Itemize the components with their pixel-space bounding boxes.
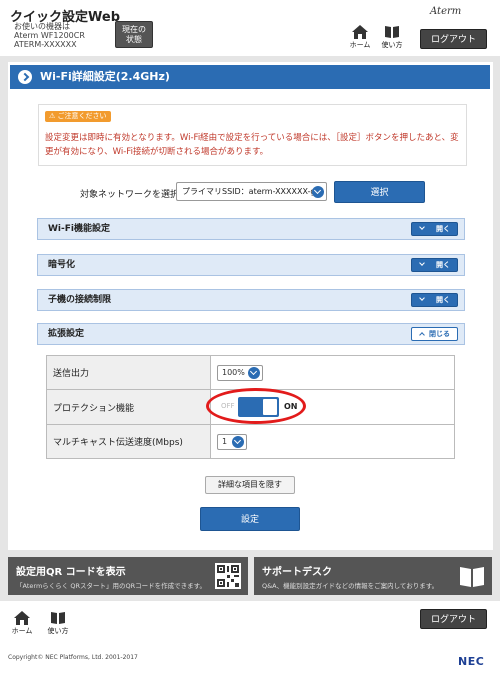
chevron-down-icon [419,224,425,230]
copyright: Copyright© NEC Platforms, Ltd. 2001-2017 [8,654,138,661]
app-header: クイック設定Web お使いの機器は Aterm WF1200CR ATERM-X… [0,0,500,55]
page-title: Wi-Fi詳細設定(2.4GHz) [10,65,490,89]
expand-button[interactable]: 開く [411,293,458,307]
current-status-button[interactable]: 現在の 状態 [115,21,153,48]
home-button-footer[interactable]: ホーム [10,611,34,636]
table-row: プロテクション機能 OFF ON [46,389,455,425]
section-client-restriction[interactable]: 子機の接続制限 開く [37,289,465,311]
support-link-subtitle: Q&A、機能別設定ガイドなどの情報をご案内しております。 [262,582,439,590]
chevron-down-icon [419,295,425,301]
protection-toggle[interactable] [238,397,279,417]
qr-link-subtitle: 「Atermらくらく QRスタート」用のQRコードを作成できます。 [16,582,206,590]
toggle-knob [263,399,277,415]
hide-details-button[interactable]: 詳細な項目を隠す [205,476,295,494]
chevron-right-icon [18,70,32,84]
network-select[interactable]: プライマリSSID：aterm-XXXXXX-g [176,182,327,201]
qr-link-title: 設定用QR コードを表示 [16,567,126,578]
network-select-label: 対象ネットワークを選択 [80,190,180,200]
collapse-button[interactable]: 閉じる [411,327,458,341]
support-desk-link[interactable]: サポートデスク Q&A、機能別設定ガイドなどの情報をご案内しております。 [254,557,492,595]
qr-code-link[interactable]: 設定用QR コードを表示 「Atermらくらく QRスタート」用のQRコードを作… [8,557,248,595]
tx-power-cell: 100% [210,355,455,390]
multicast-rate-cell: 1 [210,424,455,459]
device-ssid: ATERM-XXXXXX [14,40,77,49]
home-icon [352,25,368,39]
home-icon [14,611,30,625]
manual-button[interactable]: 使い方 [380,25,404,50]
expand-button[interactable]: 開く [411,222,458,236]
qr-code-icon [215,563,241,589]
section-encryption[interactable]: 暗号化 開く [37,254,465,276]
select-network-button[interactable]: 選択 [334,181,425,203]
support-link-title: サポートデスク [262,567,332,578]
section-wifi-function[interactable]: Wi-Fi機能設定 開く [37,218,465,240]
device-caption: お使いの機器は [14,22,70,31]
multicast-rate-label: マルチキャスト伝送速度(Mbps) [46,424,211,459]
expand-button[interactable]: 開く [411,258,458,272]
chevron-down-icon [232,435,244,448]
logout-button[interactable]: ログアウト [420,29,487,49]
table-row: 送信出力 100% [46,355,455,390]
chevron-down-icon [312,186,324,198]
chevron-down-icon [248,366,260,379]
chevron-down-icon [419,260,425,266]
device-info: お使いの機器は Aterm WF1200CR ATERM-XXXXXX [14,22,85,49]
toggle-on-label: ON [284,402,298,411]
toggle-off-label: OFF [221,402,235,410]
manual-button-footer[interactable]: 使い方 [46,611,70,636]
book-icon [385,26,399,38]
book-icon [460,567,484,587]
warning-icon: ⚠ [49,112,56,120]
multicast-rate-select[interactable]: 1 [217,433,247,450]
tx-power-select[interactable]: 100% [217,364,263,381]
logout-button-footer[interactable]: ログアウト [420,609,487,629]
notice-text: 設定変更は即時に有効となります。Wi-Fi経由で設定を行っている場合には、［設定… [45,133,459,157]
apply-button[interactable]: 設定 [200,507,300,531]
notice-badge: ⚠ ご注意ください [45,111,111,122]
aterm-logo: Aterm [430,6,462,17]
section-extended[interactable]: 拡張設定 閉じる [37,323,465,345]
device-model: Aterm WF1200CR [14,31,85,40]
extended-settings-table: 送信出力 100% プロテクション機能 OFF ON マルチキャスト伝送速度(M… [46,355,455,459]
book-icon [51,612,65,624]
notice-box: ⚠ ご注意ください 設定変更は即時に有効となります。Wi-Fi経由で設定を行って… [38,104,467,166]
home-button[interactable]: ホーム [348,25,372,50]
protection-cell: OFF ON [210,389,455,425]
tx-power-label: 送信出力 [46,355,211,390]
protection-label: プロテクション機能 [46,389,211,425]
nec-logo: NEC [458,655,485,668]
chevron-up-icon [419,332,425,338]
table-row: マルチキャスト伝送速度(Mbps) 1 [46,424,455,459]
